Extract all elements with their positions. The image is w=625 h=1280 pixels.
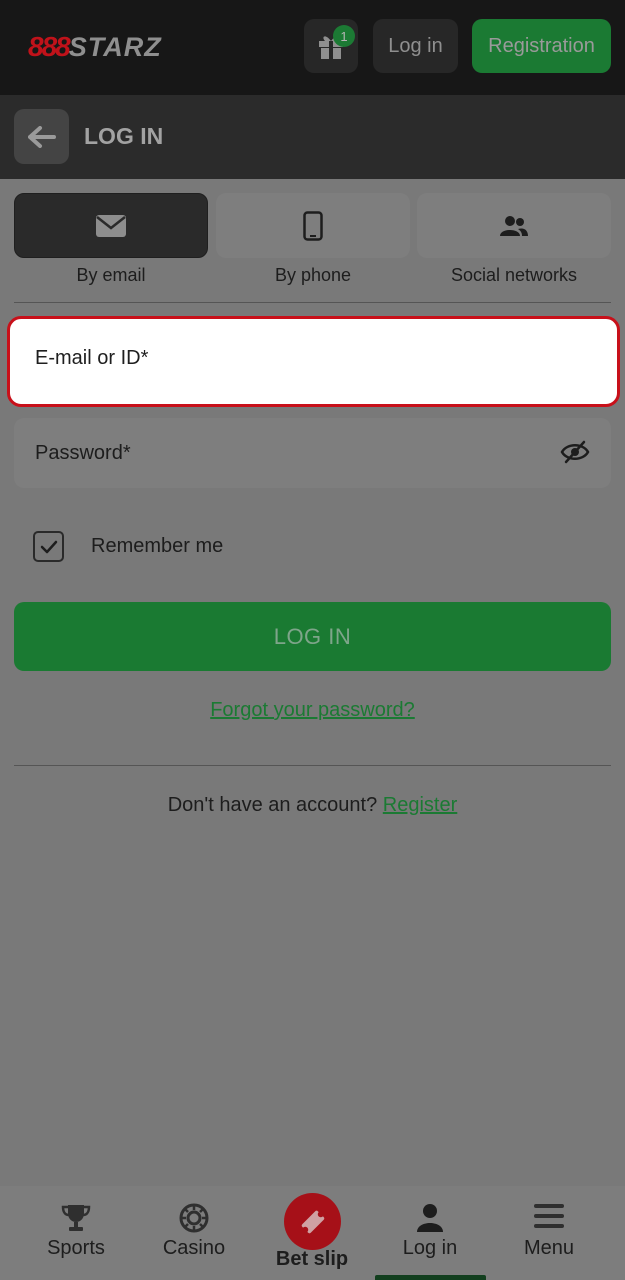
bet-slip-button[interactable] — [284, 1193, 341, 1250]
hamburger-icon — [534, 1204, 564, 1228]
tab-label-social: Social networks — [450, 265, 578, 285]
tab-label-email: By email — [76, 265, 146, 285]
arrow-left-icon — [27, 125, 56, 148]
nav-item-casino[interactable]: Casino — [139, 1186, 249, 1280]
tab-by-email[interactable] — [14, 193, 208, 258]
nav-label-bet-slip: Bet slip — [275, 1248, 349, 1270]
password-input[interactable] — [14, 418, 544, 488]
tab-social-networks[interactable] — [417, 193, 611, 258]
nav-item-login[interactable]: Log in — [375, 1186, 485, 1280]
nav-label-casino: Casino — [162, 1237, 226, 1259]
nav-item-sports[interactable]: Sports — [21, 1186, 131, 1280]
ticket-icon — [301, 1210, 324, 1233]
password-field — [14, 418, 611, 488]
user-icon — [417, 1204, 443, 1232]
header-login-button[interactable]: Log in — [373, 19, 458, 73]
gift-count-badge: 1 — [333, 25, 355, 47]
envelope-icon — [96, 214, 126, 237]
page-title: LOG IN — [84, 123, 164, 149]
phone-icon — [303, 210, 323, 241]
top-header: 888 STARZ 1 Log in Registration — [0, 0, 625, 95]
gift-button[interactable]: 1 — [304, 19, 358, 73]
logo-text: STARZ — [68, 31, 162, 62]
forgot-password-link[interactable]: Forgot your password? — [0, 699, 625, 722]
logo-mark: 888 — [28, 31, 71, 62]
signup-row: Don't have an account? Register — [0, 794, 625, 817]
casino-chip-icon — [179, 1203, 209, 1233]
users-icon — [500, 215, 528, 236]
divider — [14, 302, 611, 303]
header-registration-button[interactable]: Registration — [472, 19, 611, 73]
trophy-icon — [61, 1205, 91, 1231]
tab-by-phone[interactable] — [216, 193, 410, 258]
active-nav-indicator — [375, 1275, 486, 1280]
checkmark-icon — [40, 540, 57, 553]
remember-me-label: Remember me — [91, 535, 224, 557]
divider — [14, 765, 611, 766]
remember-me-checkbox[interactable] — [33, 531, 64, 562]
login-submit-button[interactable]: LOG IN — [14, 602, 611, 671]
nav-label-sports: Sports — [47, 1237, 105, 1259]
back-button[interactable] — [14, 109, 69, 164]
sub-header: LOG IN — [0, 95, 625, 179]
register-link[interactable]: Register — [383, 794, 457, 816]
nav-item-menu[interactable]: Menu — [494, 1186, 604, 1280]
nav-label-login: Log in — [402, 1237, 458, 1259]
tab-label-phone: By phone — [274, 265, 352, 285]
nav-label-menu: Menu — [523, 1237, 575, 1259]
site-logo[interactable]: 888 STARZ — [28, 30, 162, 64]
no-account-text: Don't have an account? — [167, 794, 378, 816]
email-input[interactable] — [14, 323, 611, 394]
eye-off-icon[interactable] — [560, 440, 590, 464]
